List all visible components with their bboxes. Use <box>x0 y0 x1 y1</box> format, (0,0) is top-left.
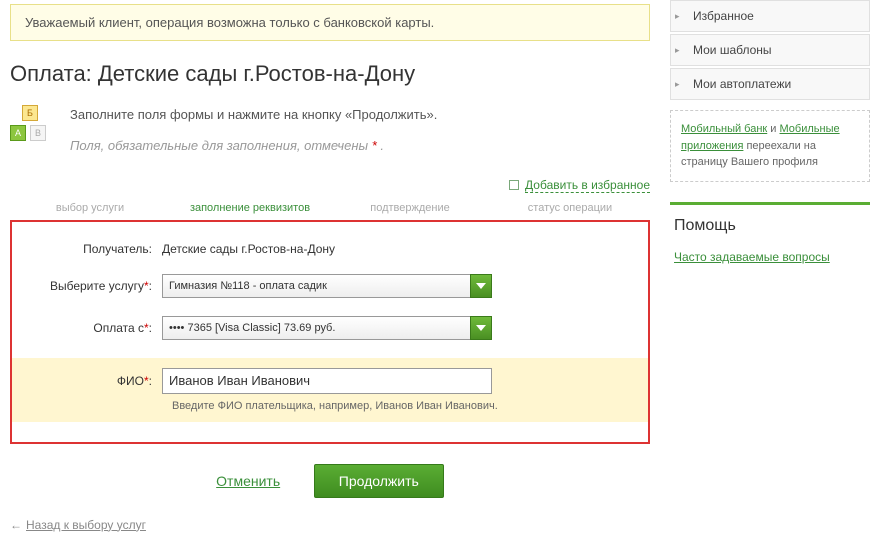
alert-banner: Уважаемый клиент, операция возможна толь… <box>10 4 650 41</box>
chevron-right-icon: ▸ <box>675 45 680 56</box>
service-select-value: Гимназия №118 - оплата садик <box>169 280 327 292</box>
chevron-right-icon: ▸ <box>675 11 680 22</box>
chevron-down-icon <box>470 316 492 340</box>
paywith-select-value: •••• 7365 [Visa Classic] 73.69 руб. <box>169 322 335 334</box>
chevron-down-icon <box>470 274 492 298</box>
intro-line2-pre: Поля, обязательные для заполнения, отмеч… <box>70 138 372 153</box>
help-title: Помощь <box>674 217 866 235</box>
sidebar-help-box: Помощь Часто задаваемые вопросы <box>670 202 870 276</box>
sidebar-info-box: Мобильный банк и Мобильные приложения пе… <box>670 110 870 182</box>
cancel-button[interactable]: Отменить <box>216 473 280 489</box>
fio-label: ФИО <box>117 374 144 388</box>
fio-input[interactable] <box>162 368 492 394</box>
sidebar-item-autopayments[interactable]: ▸Мои автоплатежи <box>670 68 870 100</box>
service-label: Выберите услугу <box>50 279 144 293</box>
fio-hint: Введите ФИО плательщика, например, Ивано… <box>172 400 618 412</box>
step-label-4: статус операции <box>490 202 650 214</box>
intro-line1: Заполните поля формы и нажмите на кнопку… <box>70 105 650 126</box>
intro-line2-post: . <box>377 138 384 153</box>
paywith-select[interactable]: •••• 7365 [Visa Classic] 73.69 руб. <box>162 316 492 340</box>
back-link-container: ← Назад к выбору услуг <box>10 518 650 532</box>
paywith-label: Оплата с <box>93 321 144 335</box>
step-label-1: выбор услуги <box>10 202 170 214</box>
page-title: Оплата: Детские сады г.Ростов-на-Дону <box>10 61 650 87</box>
step-label-2: заполнение реквизитов <box>170 202 330 214</box>
step-label-3: подтверждение <box>330 202 490 214</box>
favorite-checkbox-icon <box>509 180 519 190</box>
service-select[interactable]: Гимназия №118 - оплата садик <box>162 274 492 298</box>
faq-link[interactable]: Часто задаваемые вопросы <box>674 250 830 264</box>
arrow-left-icon: ← <box>10 518 22 532</box>
add-to-favorites-link[interactable]: Добавить в избранное <box>525 178 650 193</box>
submit-button[interactable]: Продолжить <box>314 464 444 498</box>
sidebar-item-favorites[interactable]: ▸Избранное <box>670 0 870 32</box>
step-labels: выбор услуги заполнение реквизитов подтв… <box>10 202 650 214</box>
recipient-label: Получатель: <box>42 242 162 256</box>
chevron-right-icon: ▸ <box>675 79 680 90</box>
intro-block: Б А В Заполните поля формы и нажмите на … <box>10 105 650 157</box>
payment-form: Получатель: Детские сады г.Ростов-на-Дон… <box>10 220 650 444</box>
mobile-bank-link[interactable]: Мобильный банк <box>681 123 767 135</box>
form-blocks-icon: Б А В <box>10 105 50 145</box>
sidebar-item-templates[interactable]: ▸Мои шаблоны <box>670 34 870 66</box>
recipient-value: Детские сады г.Ростов-на-Дону <box>162 242 618 256</box>
back-link[interactable]: Назад к выбору услуг <box>26 518 146 532</box>
